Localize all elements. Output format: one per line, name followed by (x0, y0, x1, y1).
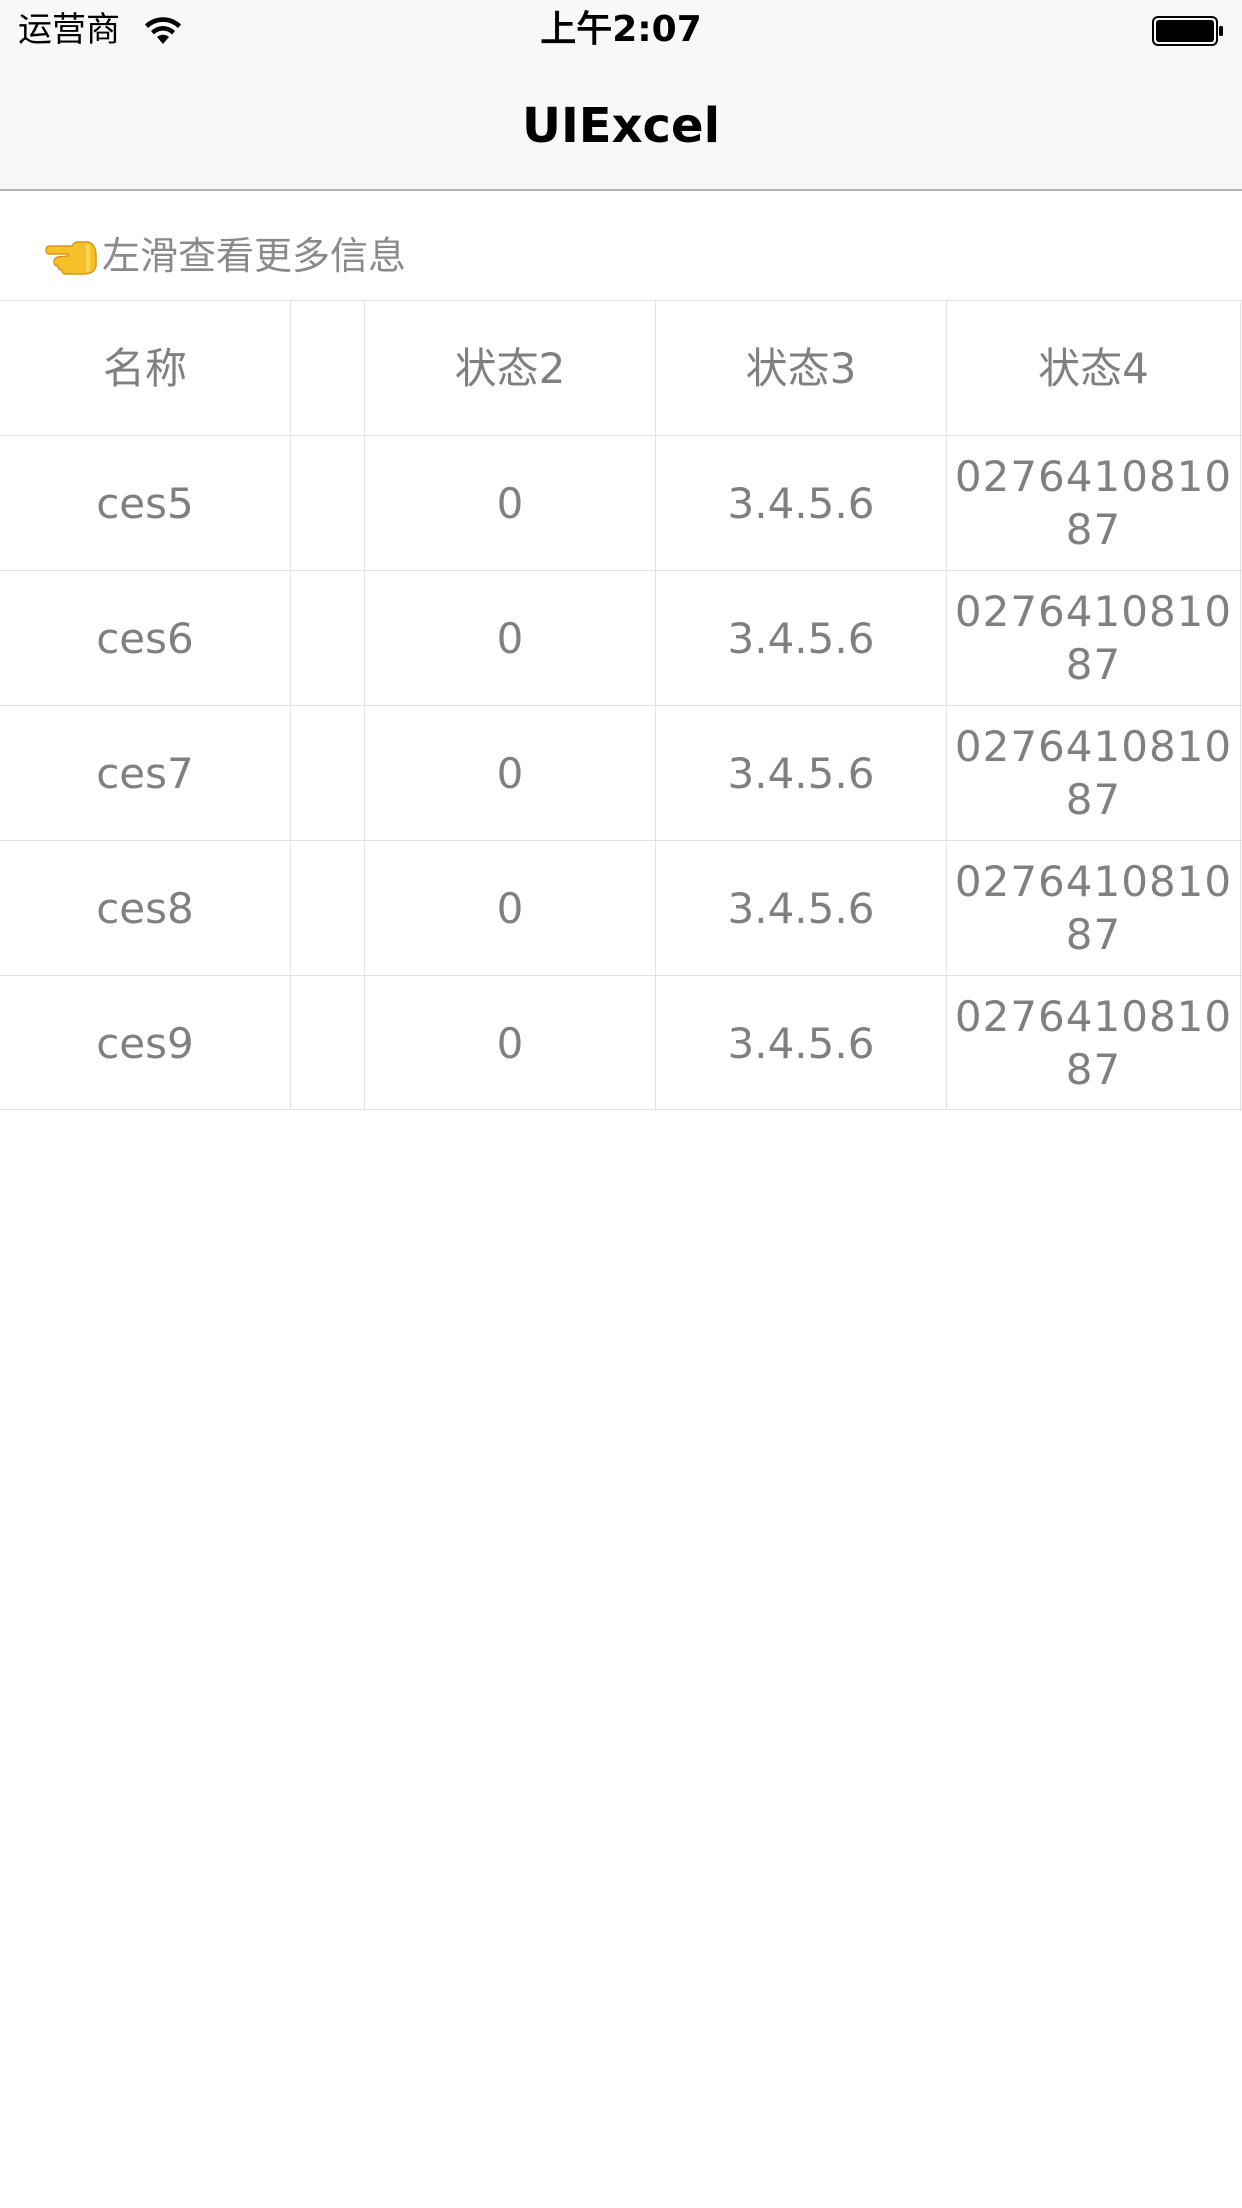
cell-status2: 0 (365, 571, 656, 705)
cell-status4-value: 027641081087 (954, 857, 1233, 959)
cell-status4-value: 027641081087 (954, 587, 1233, 689)
swipe-hint-text: 左滑查看更多信息 (102, 234, 407, 278)
cell-status3: 3.4.5.6 (656, 976, 947, 1110)
page-title: UIExcel (521, 98, 721, 154)
cell-status4-value: 027641081087 (954, 992, 1233, 1094)
cell-status4-value: 027641081087 (954, 722, 1233, 824)
status-time: 上午2:07 (540, 9, 702, 50)
cell-status4: 027641081087 (947, 976, 1241, 1110)
table-row[interactable]: ces9 0 3.4.5.6 027641081087 (0, 975, 1242, 1110)
table-row[interactable]: ces6 0 3.4.5.6 027641081087 (0, 570, 1242, 705)
table-row[interactable]: ces8 0 3.4.5.6 027641081087 (0, 840, 1242, 975)
table-header-row: 名称 状态2 状态3 状态4 (0, 300, 1242, 435)
pointing-left-hand-icon (45, 241, 97, 275)
screen: 运营商 上午2:07 UIExcel 左滑查看更多信息 名称 状态2 状态3 状… (0, 0, 1242, 2208)
cell-status3: 3.4.5.6 (656, 706, 947, 840)
cell-name: ces6 (0, 571, 291, 705)
cell-blank (291, 706, 365, 840)
excel-table[interactable]: 名称 状态2 状态3 状态4 ces5 0 3.4.5.6 0276410810… (0, 300, 1242, 1110)
status-bar: 运营商 上午2:07 (0, 0, 1242, 60)
table-row[interactable]: ces5 0 3.4.5.6 027641081087 (0, 435, 1242, 570)
cell-status4: 027641081087 (947, 706, 1241, 840)
cell-blank (291, 436, 365, 570)
cell-name: ces8 (0, 841, 291, 975)
cell-status4-value: 027641081087 (954, 452, 1233, 554)
cell-status2: 0 (365, 841, 656, 975)
swipe-hint: 左滑查看更多信息 (44, 226, 406, 286)
cell-status2: 0 (365, 436, 656, 570)
navigation-bar: 运营商 上午2:07 UIExcel (0, 0, 1242, 191)
header-cell-status3: 状态3 (656, 301, 947, 435)
header-cell-name: 名称 (0, 301, 291, 435)
cell-blank (291, 841, 365, 975)
cell-status3: 3.4.5.6 (656, 571, 947, 705)
cell-name: ces7 (0, 706, 291, 840)
cell-name: ces9 (0, 976, 291, 1110)
header-cell-blank (291, 301, 365, 435)
cell-status2: 0 (365, 976, 656, 1110)
cell-blank (291, 571, 365, 705)
cell-name: ces5 (0, 436, 291, 570)
cell-blank (291, 976, 365, 1110)
table-row[interactable]: ces7 0 3.4.5.6 027641081087 (0, 705, 1242, 840)
cell-status4: 027641081087 (947, 841, 1241, 975)
cell-status3: 3.4.5.6 (656, 436, 947, 570)
cell-status4: 027641081087 (947, 436, 1241, 570)
cell-status3: 3.4.5.6 (656, 841, 947, 975)
header-cell-status2: 状态2 (365, 301, 656, 435)
cell-status2: 0 (365, 706, 656, 840)
battery-icon (1152, 16, 1223, 46)
cell-status4: 027641081087 (947, 571, 1241, 705)
header-cell-status4: 状态4 (947, 301, 1241, 435)
